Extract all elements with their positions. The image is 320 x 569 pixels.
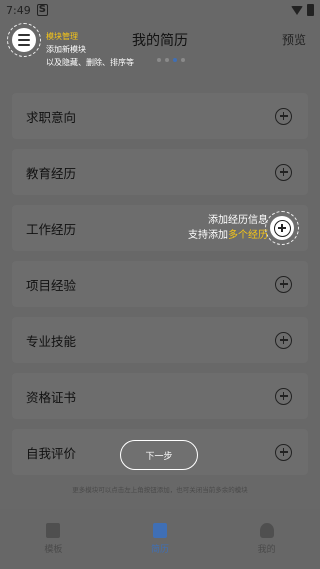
- add-icon[interactable]: [275, 107, 292, 125]
- footer-note: 更多模块可以点击左上角按钮添加，也可关闭当前多余的模块: [72, 486, 248, 494]
- add-experience-button[interactable]: [265, 211, 299, 245]
- menu-tip-line: 以及隐藏、删除、排序等: [46, 58, 134, 67]
- notification-icon: S: [36, 4, 48, 16]
- add-icon: [273, 219, 291, 237]
- add-icon[interactable]: [275, 275, 292, 293]
- menu-guide-tip: 模块管理 添加新模块 以及隐藏、删除、排序等: [46, 30, 134, 69]
- pager-dot: [157, 58, 161, 62]
- menu-tip-line: 添加新模块: [46, 45, 86, 54]
- template-icon: [46, 523, 61, 538]
- section-education[interactable]: 教育经历: [12, 149, 308, 195]
- pager-dots: [157, 58, 185, 62]
- section-label: 资格证书: [26, 389, 77, 405]
- add-icon[interactable]: [275, 443, 292, 461]
- status-bar: 7:49 S: [0, 0, 320, 20]
- add-tip-line: 支持添加多个经历: [188, 228, 268, 243]
- section-label: 项目经验: [26, 277, 77, 293]
- tab-templates[interactable]: 模板: [23, 523, 83, 555]
- section-label: 工作经历: [26, 221, 77, 237]
- section-label: 求职意向: [26, 109, 77, 125]
- tab-label: 我的: [257, 545, 276, 555]
- preview-button[interactable]: 预览: [282, 31, 306, 48]
- section-skills[interactable]: 专业技能: [12, 317, 308, 363]
- add-tip-line: 添加经历信息: [208, 215, 268, 226]
- section-label: 专业技能: [26, 333, 77, 349]
- status-time: 7:49: [6, 3, 31, 17]
- section-projects[interactable]: 项目经验: [12, 261, 308, 307]
- add-icon[interactable]: [275, 163, 292, 181]
- next-step-button[interactable]: 下一步: [120, 440, 198, 470]
- pager-dot: [165, 58, 169, 62]
- menu-tip-title: 模块管理: [46, 32, 78, 41]
- add-icon[interactable]: [275, 331, 292, 349]
- add-tip-highlight: 多个经历: [228, 230, 268, 241]
- resume-icon: [152, 523, 167, 538]
- tab-label: 模板: [44, 545, 63, 555]
- section-label: 自我评价: [26, 445, 77, 461]
- tab-label: 简历: [150, 545, 169, 555]
- pager-dot-active: [173, 58, 177, 62]
- add-icon[interactable]: [275, 387, 292, 405]
- section-job-intention[interactable]: 求职意向: [12, 93, 308, 139]
- wifi-icon: [291, 5, 303, 15]
- battery-icon: [307, 4, 314, 16]
- profile-icon: [259, 523, 274, 538]
- tab-resume[interactable]: 简历: [130, 523, 190, 555]
- add-guide-tip: 添加经历信息 支持添加多个经历: [188, 213, 268, 243]
- tab-profile[interactable]: 我的: [237, 523, 297, 555]
- section-label: 教育经历: [26, 165, 77, 181]
- pager-dot: [181, 58, 185, 62]
- section-certificates[interactable]: 资格证书: [12, 373, 308, 419]
- tab-bar: 模板 简历 我的: [0, 509, 320, 569]
- add-tip-prefix: 支持添加: [188, 230, 228, 241]
